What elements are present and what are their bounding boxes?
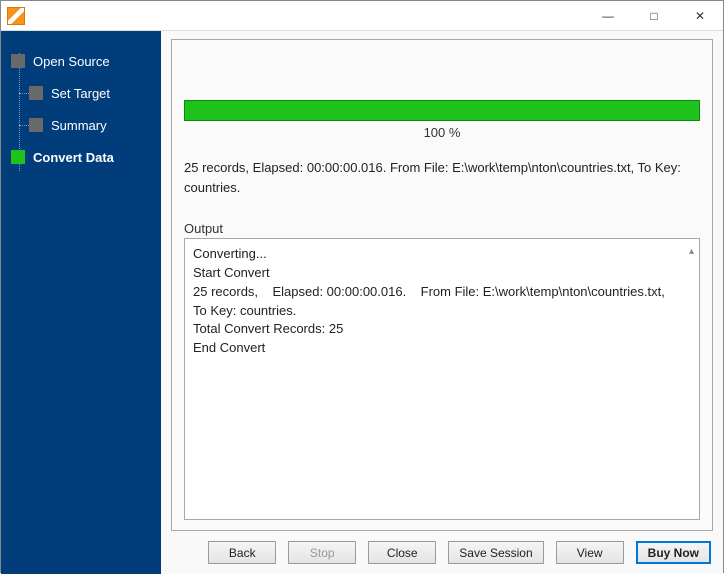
- sidebar-item-summary[interactable]: Summary: [1, 109, 161, 141]
- sidebar: Open Source Set Target Summary Convert D…: [1, 31, 161, 574]
- minimize-button[interactable]: —: [585, 1, 631, 31]
- step-icon: [29, 118, 43, 132]
- step-icon-active: [11, 150, 25, 164]
- content-box: 100 % 25 records, Elapsed: 00:00:00.016.…: [171, 39, 713, 531]
- status-text: 25 records, Elapsed: 00:00:00.016. From …: [184, 158, 700, 197]
- main-panel: 100 % 25 records, Elapsed: 00:00:00.016.…: [161, 31, 723, 574]
- progress-percent: 100 %: [184, 125, 700, 140]
- save-session-button[interactable]: Save Session: [448, 541, 543, 564]
- maximize-button[interactable]: □: [631, 1, 677, 31]
- buy-now-button[interactable]: Buy Now: [636, 541, 711, 564]
- close-window-button[interactable]: ✕: [677, 1, 723, 31]
- output-textarea[interactable]: Converting... Start Convert 25 records, …: [184, 238, 700, 520]
- titlebar: — □ ✕: [1, 1, 723, 31]
- output-label: Output: [184, 221, 700, 236]
- progress-bar: [184, 100, 700, 121]
- button-bar: Back Stop Close Save Session View Buy No…: [171, 541, 713, 564]
- sidebar-item-set-target[interactable]: Set Target: [1, 77, 161, 109]
- step-icon: [29, 86, 43, 100]
- sidebar-item-label: Convert Data: [33, 150, 114, 165]
- app-icon: [7, 7, 25, 25]
- sidebar-item-open-source[interactable]: Open Source: [1, 45, 161, 77]
- stop-button: Stop: [288, 541, 356, 564]
- view-button[interactable]: View: [556, 541, 624, 564]
- scroll-up-icon[interactable]: ▴: [689, 245, 697, 253]
- step-icon: [11, 54, 25, 68]
- sidebar-item-label: Set Target: [51, 86, 110, 101]
- sidebar-item-convert-data[interactable]: Convert Data: [1, 141, 161, 173]
- sidebar-item-label: Summary: [51, 118, 107, 133]
- back-button[interactable]: Back: [208, 541, 276, 564]
- sidebar-item-label: Open Source: [33, 54, 110, 69]
- close-button[interactable]: Close: [368, 541, 436, 564]
